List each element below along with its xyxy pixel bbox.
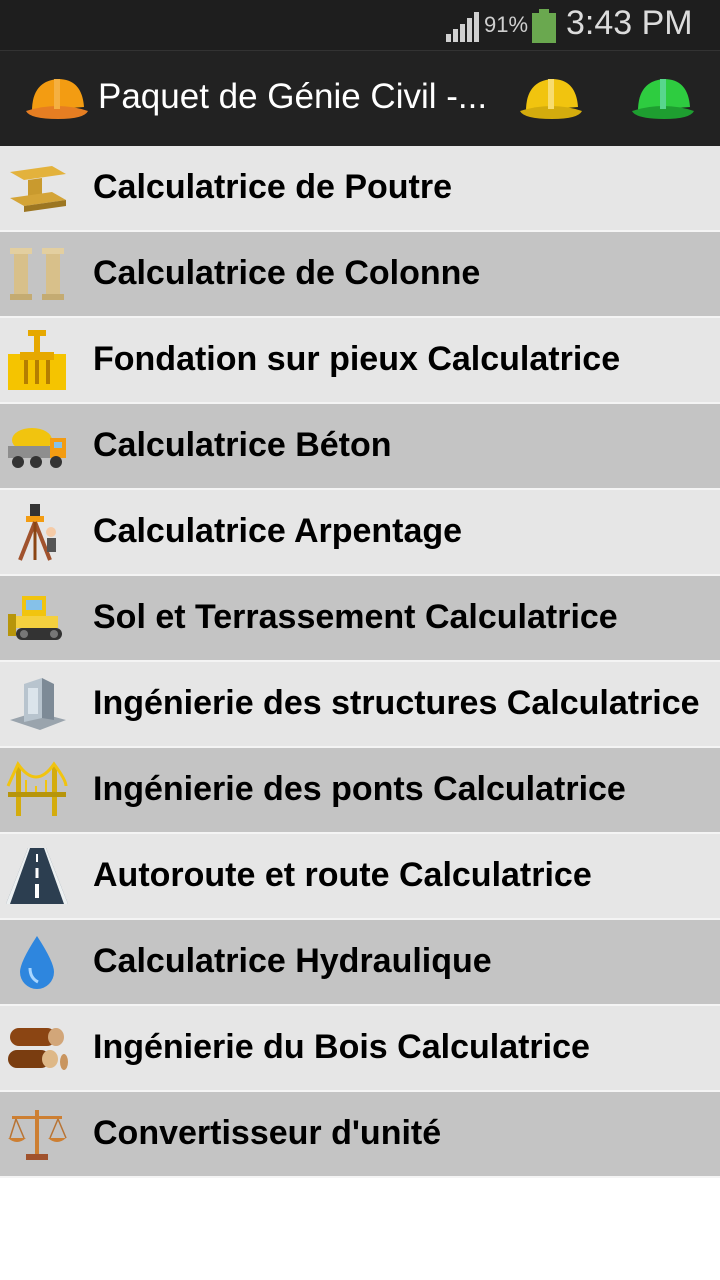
orange-hard-hat-icon[interactable]	[24, 71, 90, 127]
menu-item-label: Sol et Terrassement Calculatrice	[93, 598, 618, 636]
menu-item-label: Calculatrice Hydraulique	[93, 942, 492, 980]
columns-icon	[10, 248, 64, 300]
menu-item-bridges[interactable]: Ingénierie des ponts Calculatrice	[0, 748, 720, 834]
menu-item-label: Ingénierie du Bois Calculatrice	[93, 1028, 590, 1066]
bulldozer-icon	[8, 596, 62, 640]
menu-item-soil-earthworks[interactable]: Sol et Terrassement Calculatrice	[0, 576, 720, 662]
menu-item-label: Calculatrice de Colonne	[93, 254, 481, 292]
signal-strength-icon	[446, 12, 479, 42]
battery-percent: 91%	[484, 12, 529, 37]
balance-scale-icon	[8, 1110, 67, 1160]
surveying-tripod-icon	[18, 504, 56, 561]
app-title: Paquet de Génie Civil -...	[98, 77, 488, 116]
water-drop-icon	[20, 936, 54, 989]
status-bar: 91% 3:43 PM	[0, 0, 720, 50]
pile-foundation-icon	[8, 330, 66, 390]
menu-item-label: Ingénierie des ponts Calculatrice	[93, 770, 626, 808]
menu-item-label: Calculatrice de Poutre	[93, 168, 453, 206]
menu-item-pile-foundation[interactable]: Fondation sur pieux Calculatrice	[0, 318, 720, 404]
road-icon	[6, 848, 68, 904]
menu-item-label: Autoroute et route Calculatrice	[93, 856, 592, 894]
action-bar: Paquet de Génie Civil -...	[0, 50, 720, 147]
calculator-menu-list: Calculatrice de Poutre Calculatrice de C…	[0, 146, 720, 1178]
menu-item-label: Calculatrice Arpentage	[93, 512, 463, 550]
menu-item-label: Fondation sur pieux Calculatrice	[93, 340, 621, 378]
menu-item-concrete[interactable]: Calculatrice Béton	[0, 404, 720, 490]
steel-beam-icon	[10, 166, 66, 212]
battery-icon	[532, 9, 556, 43]
menu-item-structures[interactable]: Ingénierie des structures Calculatrice	[0, 662, 720, 748]
building-icon	[10, 678, 66, 730]
menu-item-highway[interactable]: Autoroute et route Calculatrice	[0, 834, 720, 920]
menu-item-label: Convertisseur d'unité	[93, 1114, 442, 1152]
menu-item-column[interactable]: Calculatrice de Colonne	[0, 232, 720, 318]
menu-item-label: Calculatrice Béton	[93, 426, 392, 464]
yellow-hard-hat-icon[interactable]	[518, 71, 584, 127]
bridge-icon	[6, 760, 68, 816]
menu-item-label: Ingénierie des structures Calculatrice	[93, 684, 700, 722]
menu-item-wood[interactable]: Ingénierie du Bois Calculatrice	[0, 1006, 720, 1092]
wood-logs-icon	[8, 1028, 68, 1070]
green-hard-hat-icon[interactable]	[630, 71, 696, 127]
menu-item-hydraulics[interactable]: Calculatrice Hydraulique	[0, 920, 720, 1006]
clock: 3:43 PM	[566, 4, 693, 42]
menu-item-surveying[interactable]: Calculatrice Arpentage	[0, 490, 720, 576]
menu-item-unit-converter[interactable]: Convertisseur d'unité	[0, 1092, 720, 1178]
concrete-mixer-truck-icon	[8, 428, 66, 468]
menu-item-beam[interactable]: Calculatrice de Poutre	[0, 146, 720, 232]
